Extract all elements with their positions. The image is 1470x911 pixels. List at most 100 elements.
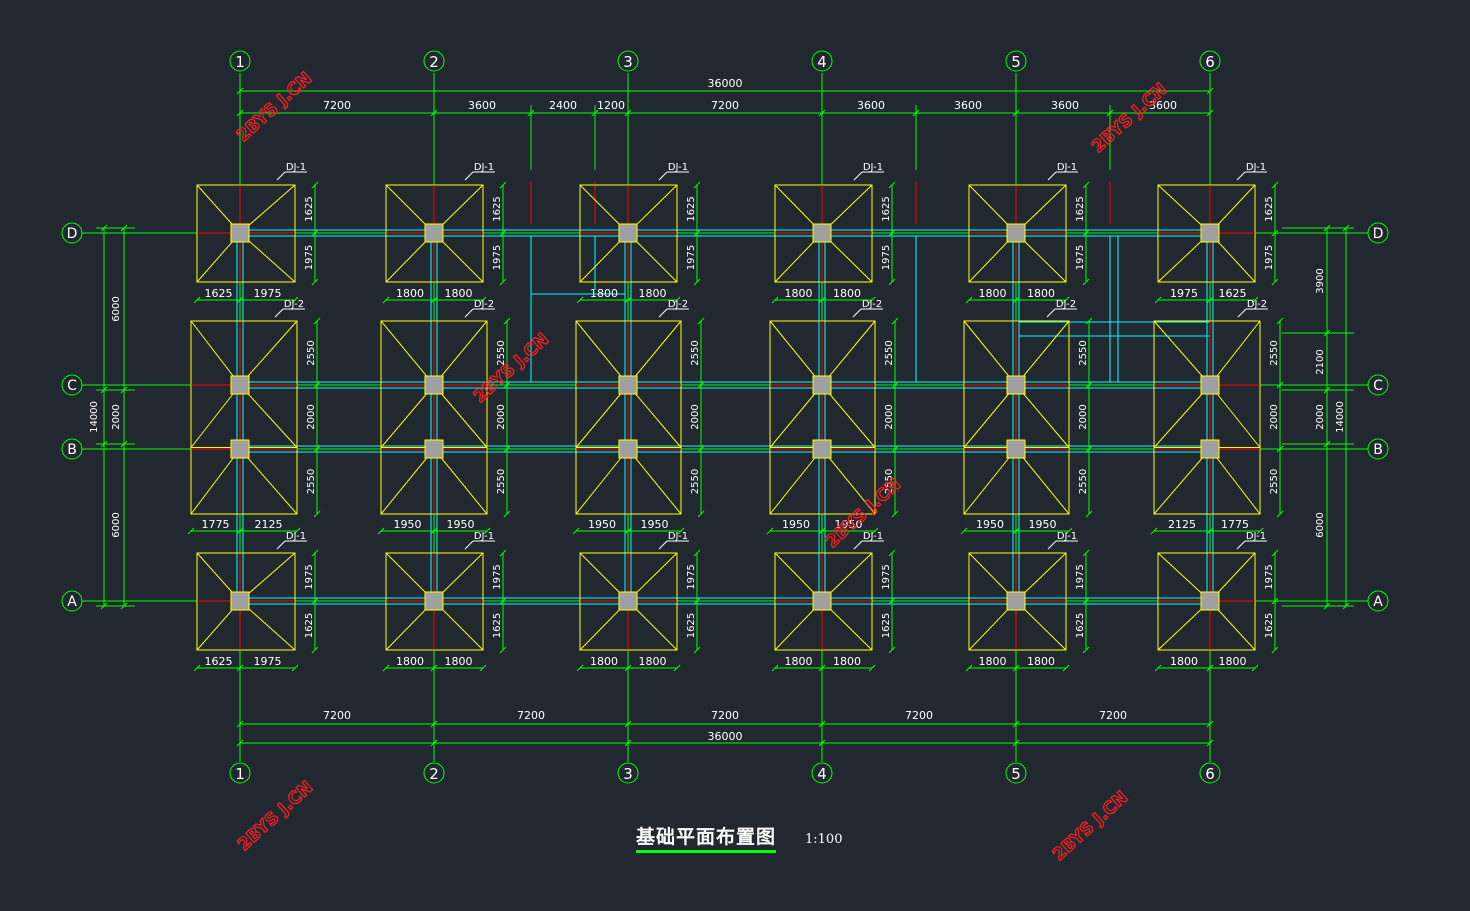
dim-text-footing: 2125 (1168, 518, 1196, 531)
footing-label: DJ-1 (474, 162, 494, 173)
footing-slope (380, 448, 435, 515)
watermark-logo: 2BYS J.CN (1049, 787, 1132, 865)
leader-line (276, 171, 286, 181)
column (618, 375, 638, 395)
dim-text-bay: 3600 (468, 99, 496, 112)
dim-text-bay-bottom: 7200 (1099, 709, 1127, 722)
footing-label: DJ-1 (668, 531, 688, 542)
dim-text-left: 6000 (111, 296, 122, 321)
footing-slope (1015, 320, 1070, 386)
footing-slope (190, 448, 241, 515)
footing-slope (575, 448, 629, 515)
column (424, 439, 444, 459)
leader-line (276, 540, 286, 550)
footing-label: DJ-1 (474, 531, 494, 542)
dim-text-footing: 1950 (782, 518, 810, 531)
footing-label: DJ-2 (474, 299, 494, 310)
dim-text-footing: 1800 (833, 655, 861, 668)
dim-text-left-overall: 14000 (89, 401, 100, 433)
leader-line (1237, 308, 1247, 318)
axis-label: 5 (1011, 765, 1021, 783)
dim-text-footing: 2550 (690, 340, 701, 365)
axis-label: 1 (235, 765, 245, 783)
dim-text-right: 6000 (1315, 512, 1326, 537)
dim-text-footing: 2550 (884, 340, 895, 365)
dim-text-bay: 3600 (1051, 99, 1079, 112)
dim-text-footing: 1625 (304, 613, 315, 638)
dim-text-footing: 2000 (1269, 404, 1280, 429)
footing-label: DJ-2 (1247, 299, 1267, 310)
footing-slope (239, 320, 298, 386)
column (812, 223, 832, 243)
dim-text-bay-bottom: 7200 (905, 709, 933, 722)
dim-text-footing: 1625 (686, 613, 697, 638)
dim-text-footing: 1625 (881, 196, 892, 221)
axis-label: 5 (1011, 53, 1021, 71)
leader-line (658, 308, 668, 318)
dim-text-footing: 2000 (690, 404, 701, 429)
column (230, 375, 250, 395)
cad-canvas: 1 1 2 2 3 3 4 4 5 5 6 6 D D C C B B A A 36000 7200 3600 2400 120… (61, 50, 1389, 866)
dim-text-left: 6000 (111, 512, 122, 537)
dim-text-bay: 7200 (323, 99, 351, 112)
leader-line (464, 540, 474, 550)
footing-label: DJ-1 (1057, 531, 1077, 542)
footing-label: DJ-1 (1246, 531, 1266, 542)
column (1006, 439, 1026, 459)
column (618, 591, 638, 611)
dim-text-footing: 2550 (1269, 469, 1280, 494)
dim-text-bay: 7200 (711, 99, 739, 112)
leader-line (274, 308, 284, 318)
dim-text-bay: 1200 (597, 99, 625, 112)
dim-text-footing: 2550 (306, 340, 317, 365)
dim-text-footing: 1950 (588, 518, 616, 531)
leader-line (1236, 540, 1246, 550)
dim-text-footing: 1800 (1170, 655, 1198, 668)
column (424, 591, 444, 611)
dim-text-footing: 1950 (976, 518, 1004, 531)
axis-label: 6 (1205, 765, 1215, 783)
dim-text-footing: 1975 (881, 245, 892, 270)
footing-label: DJ-1 (286, 531, 306, 542)
dim-text-footing: 1625 (1075, 613, 1086, 638)
dim-text-footing: 1775 (202, 518, 230, 531)
dim-text-footing: 2550 (496, 469, 507, 494)
dim-text-footing: 1625 (881, 613, 892, 638)
dim-text-footing: 2000 (496, 404, 507, 429)
dim-text-footing: 1800 (1219, 655, 1247, 668)
dim-text-right: 3900 (1315, 268, 1326, 293)
column (1200, 223, 1220, 243)
dim-text-footing: 1625 (205, 655, 233, 668)
column (230, 439, 250, 459)
footing-label: DJ-1 (286, 162, 306, 173)
footing-label: DJ-2 (1056, 299, 1076, 310)
footing-label: DJ-1 (863, 162, 883, 173)
column (812, 439, 832, 459)
dim-text-footing: 1775 (1221, 518, 1249, 531)
dim-text-footing: 1625 (492, 613, 503, 638)
footing-slope (433, 448, 488, 515)
column (812, 591, 832, 611)
axis-label: 4 (817, 765, 827, 783)
dim-text-footing: 1800 (979, 287, 1007, 300)
dim-text-footing: 1625 (1264, 613, 1275, 638)
dim-text-footing: 2550 (690, 469, 701, 494)
footing-label: DJ-1 (1246, 162, 1266, 173)
dim-text-footing: 1800 (445, 287, 473, 300)
leader-line (464, 308, 474, 318)
axis-label: 3 (623, 53, 633, 71)
dim-text-footing: 1800 (590, 287, 618, 300)
leader-line (853, 540, 863, 550)
column (1200, 439, 1220, 459)
dim-text-left: 2000 (111, 404, 122, 429)
dim-text-footing: 1625 (492, 196, 503, 221)
dim-text-footing: 1975 (881, 564, 892, 589)
footing-slope (239, 448, 298, 515)
leader-line (464, 171, 474, 181)
dim-text-footing: 1800 (979, 655, 1007, 668)
leader-line (1047, 540, 1057, 550)
dim-text-footing: 1975 (1075, 245, 1086, 270)
dim-text-footing: 2000 (1078, 404, 1089, 429)
foundation-plan-drawing: 1 1 2 2 3 3 4 4 5 5 6 6 D D C C B B A A 36000 7200 3600 2400 120… (0, 0, 1470, 906)
dim-text-footing: 1975 (254, 655, 282, 668)
